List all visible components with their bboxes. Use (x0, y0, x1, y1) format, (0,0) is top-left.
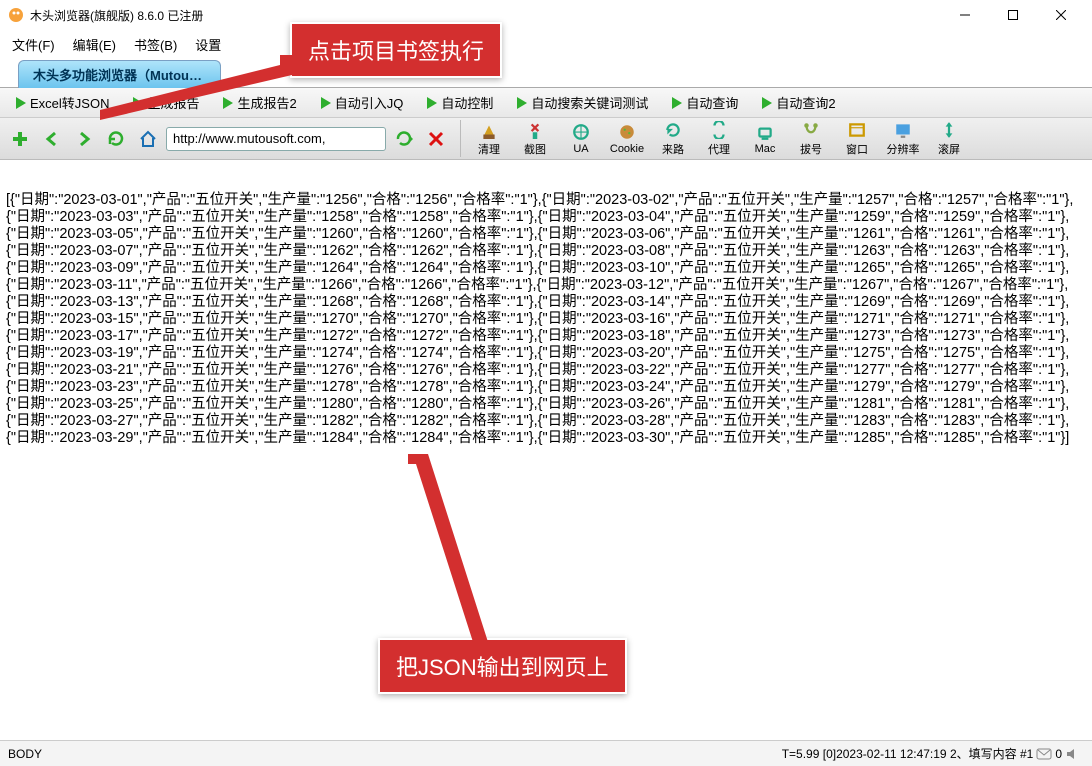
bookmark-item[interactable]: 自动搜索关键词测试 (507, 91, 658, 114)
status-count: 0 (1055, 747, 1062, 761)
bookmark-item[interactable]: 自动查询2 (752, 91, 845, 114)
toolbar-label: Mac (755, 143, 776, 155)
play-icon (762, 97, 772, 109)
bookmark-item[interactable]: 自动引入JQ (311, 91, 414, 114)
refer-icon (662, 120, 684, 140)
toolbar-scroll-button[interactable]: 滚屏 (927, 120, 971, 157)
home-button[interactable] (134, 125, 162, 153)
toolbar-window-button[interactable]: 窗口 (835, 120, 879, 157)
add-tab-button[interactable] (6, 125, 34, 153)
annotation-callout-bottom: 把JSON输出到网页上 (378, 638, 627, 694)
forward-button[interactable] (70, 125, 98, 153)
play-icon (321, 97, 331, 109)
play-icon (16, 97, 26, 109)
play-icon (672, 97, 682, 109)
close-button[interactable] (1038, 1, 1084, 29)
ua-icon (570, 122, 592, 142)
notification-icon[interactable] (1035, 745, 1053, 763)
toolbar-label: 清理 (478, 141, 500, 157)
toolbar-label: 拔号 (800, 141, 822, 157)
play-icon (517, 97, 527, 109)
toolbar-clean-button[interactable]: 清理 (467, 120, 511, 157)
toolbar-label: 来路 (662, 141, 684, 157)
toolbar-cookie-button[interactable]: Cookie (605, 122, 649, 155)
sound-icon[interactable] (1064, 745, 1082, 763)
toolbar-proxy-button[interactable]: 代理 (697, 120, 741, 157)
minimize-button[interactable] (942, 1, 988, 29)
maximize-button[interactable] (990, 1, 1036, 29)
bookmark-label: 自动查询 (686, 93, 738, 112)
bookmark-item[interactable]: 自动控制 (417, 91, 503, 114)
annotation-arrow-top (100, 55, 300, 125)
bookmark-label: 自动搜索关键词测试 (531, 93, 648, 112)
toolbar-label: 窗口 (846, 141, 868, 157)
toolbar-ua-button[interactable]: UA (559, 122, 603, 155)
window-title: 木头浏览器(旗舰版) 8.6.0 已注册 (30, 7, 942, 24)
res-icon (892, 120, 914, 140)
mac-icon (754, 122, 776, 142)
dial-icon (800, 120, 822, 140)
menu-settings[interactable]: 设置 (195, 35, 221, 54)
menu-file[interactable]: 文件(F) (12, 35, 55, 54)
titlebar: 木头浏览器(旗舰版) 8.6.0 已注册 (0, 0, 1092, 30)
toolbar-label: 代理 (708, 141, 730, 157)
app-icon (8, 7, 24, 23)
toolbar-label: Cookie (610, 143, 644, 155)
toolbar-res-button[interactable]: 分辨率 (881, 120, 925, 157)
toolbar-refer-button[interactable]: 来路 (651, 120, 695, 157)
toolbar-label: 滚屏 (938, 141, 960, 157)
annotation-arrow-bottom (408, 454, 498, 644)
bookmark-label: 自动引入JQ (335, 93, 404, 112)
menu-bookmark[interactable]: 书签(B) (134, 35, 177, 54)
back-button[interactable] (38, 125, 66, 153)
bookmark-label: Excel转JSON (30, 93, 109, 112)
cookie-icon (616, 122, 638, 142)
url-input[interactable]: http://www.mutousoft.com, (166, 127, 386, 151)
annotation-callout-top: 点击项目书签执行 (290, 22, 502, 78)
status-bar: BODY T=5.99 [0]2023-02-11 12:47:19 2、填写内… (0, 740, 1092, 766)
stop-button[interactable] (422, 125, 450, 153)
status-left: BODY (8, 747, 42, 761)
refresh-button[interactable] (102, 125, 130, 153)
toolbar-label: 截图 (524, 141, 546, 157)
bookmark-label: 自动查询2 (776, 93, 835, 112)
menubar: 文件(F) 编辑(E) 书签(B) 设置 (0, 30, 1092, 58)
window-icon (846, 120, 868, 140)
toolbar-label: UA (573, 143, 588, 155)
clean-icon (478, 120, 500, 140)
go-button[interactable] (390, 125, 418, 153)
toolbar-dial-button[interactable]: 拔号 (789, 120, 833, 157)
play-icon (427, 97, 437, 109)
menu-edit[interactable]: 编辑(E) (73, 35, 116, 54)
shot-icon (524, 120, 546, 140)
bookmark-item[interactable]: 自动查询 (662, 91, 748, 114)
toolbar-shot-button[interactable]: 截图 (513, 120, 557, 157)
toolbar-mac-button[interactable]: Mac (743, 122, 787, 155)
status-right: T=5.99 [0]2023-02-11 12:47:19 2、填写内容 #1 (782, 745, 1034, 762)
toolbar-label: 分辨率 (887, 141, 920, 157)
scroll-icon (938, 120, 960, 140)
proxy-icon (708, 120, 730, 140)
bookmark-label: 自动控制 (441, 93, 493, 112)
